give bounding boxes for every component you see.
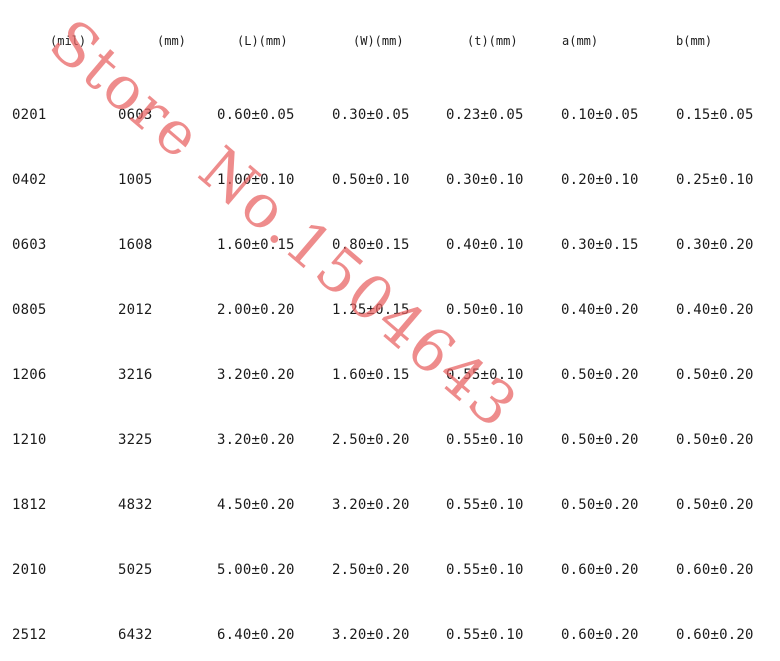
cell-thickness: 0.30±0.10	[446, 172, 524, 188]
cell-mm: 6432	[118, 627, 153, 643]
header-mil: (mil)	[50, 34, 87, 48]
cell-thickness: 0.55±0.10	[446, 367, 524, 383]
cell-mil: 0805	[12, 302, 47, 318]
cell-length: 4.50±0.20	[217, 497, 295, 513]
cell-mm: 4832	[118, 497, 153, 513]
cell-mil: 2010	[12, 562, 47, 578]
cell-thickness: 0.50±0.10	[446, 302, 524, 318]
cell-thickness: 0.40±0.10	[446, 237, 524, 253]
table-row: 1812 4832 4.50±0.20 3.20±0.20 0.55±0.10 …	[0, 490, 780, 520]
cell-a: 0.60±0.20	[561, 627, 639, 643]
cell-mil: 0402	[12, 172, 47, 188]
cell-a: 0.50±0.20	[561, 497, 639, 513]
cell-a: 0.50±0.20	[561, 367, 639, 383]
cell-length: 6.40±0.20	[217, 627, 295, 643]
table-row: 0402 1005 1.00±0.10 0.50±0.10 0.30±0.10 …	[0, 165, 780, 195]
cell-a: 0.10±0.05	[561, 107, 639, 123]
spec-table: (mil) (mm) (L)(mm) (W)(mm) (t)(mm) a(mm)…	[0, 0, 780, 661]
cell-width: 1.60±0.15	[332, 367, 410, 383]
header-thickness: (t)(mm)	[467, 34, 518, 48]
table-row: 2512 6432 6.40±0.20 3.20±0.20 0.55±0.10 …	[0, 620, 780, 650]
cell-mm: 0603	[118, 107, 153, 123]
cell-mm: 5025	[118, 562, 153, 578]
cell-length: 1.00±0.10	[217, 172, 295, 188]
cell-mm: 3216	[118, 367, 153, 383]
cell-a: 0.60±0.20	[561, 562, 639, 578]
cell-thickness: 0.55±0.10	[446, 497, 524, 513]
cell-mil: 0603	[12, 237, 47, 253]
header-a: a(mm)	[562, 34, 599, 48]
cell-thickness: 0.55±0.10	[446, 562, 524, 578]
cell-thickness: 0.55±0.10	[446, 627, 524, 643]
cell-a: 0.30±0.15	[561, 237, 639, 253]
cell-width: 1.25±0.15	[332, 302, 410, 318]
cell-length: 0.60±0.05	[217, 107, 295, 123]
cell-length: 3.20±0.20	[217, 367, 295, 383]
table-row: 0201 0603 0.60±0.05 0.30±0.05 0.23±0.05 …	[0, 100, 780, 130]
header-length: (L)(mm)	[237, 34, 288, 48]
cell-thickness: 0.23±0.05	[446, 107, 524, 123]
cell-mil: 0201	[12, 107, 47, 123]
cell-b: 0.15±0.05	[676, 107, 754, 123]
cell-mm: 1005	[118, 172, 153, 188]
cell-a: 0.50±0.20	[561, 432, 639, 448]
cell-a: 0.20±0.10	[561, 172, 639, 188]
cell-b: 0.60±0.20	[676, 562, 754, 578]
cell-b: 0.50±0.20	[676, 367, 754, 383]
header-mm: (mm)	[157, 34, 186, 48]
cell-b: 0.30±0.20	[676, 237, 754, 253]
cell-mm: 2012	[118, 302, 153, 318]
table-header-row: (mil) (mm) (L)(mm) (W)(mm) (t)(mm) a(mm)…	[0, 26, 780, 56]
cell-width: 2.50±0.20	[332, 432, 410, 448]
cell-mm: 3225	[118, 432, 153, 448]
table-row: 2010 5025 5.00±0.20 2.50±0.20 0.55±0.10 …	[0, 555, 780, 585]
cell-width: 2.50±0.20	[332, 562, 410, 578]
cell-b: 0.40±0.20	[676, 302, 754, 318]
cell-b: 0.25±0.10	[676, 172, 754, 188]
table-row: 0805 2012 2.00±0.20 1.25±0.15 0.50±0.10 …	[0, 295, 780, 325]
cell-mil: 1206	[12, 367, 47, 383]
cell-mil: 1812	[12, 497, 47, 513]
cell-b: 0.50±0.20	[676, 497, 754, 513]
cell-length: 1.60±0.15	[217, 237, 295, 253]
table-row: 1206 3216 3.20±0.20 1.60±0.15 0.55±0.10 …	[0, 360, 780, 390]
header-b: b(mm)	[676, 34, 713, 48]
cell-width: 0.30±0.05	[332, 107, 410, 123]
cell-b: 0.50±0.20	[676, 432, 754, 448]
cell-a: 0.40±0.20	[561, 302, 639, 318]
table-row: 0603 1608 1.60±0.15 0.80±0.15 0.40±0.10 …	[0, 230, 780, 260]
cell-width: 3.20±0.20	[332, 627, 410, 643]
cell-length: 2.00±0.20	[217, 302, 295, 318]
cell-width: 3.20±0.20	[332, 497, 410, 513]
cell-width: 0.80±0.15	[332, 237, 410, 253]
cell-length: 5.00±0.20	[217, 562, 295, 578]
cell-thickness: 0.55±0.10	[446, 432, 524, 448]
cell-mil: 1210	[12, 432, 47, 448]
cell-mil: 2512	[12, 627, 47, 643]
cell-width: 0.50±0.10	[332, 172, 410, 188]
cell-length: 3.20±0.20	[217, 432, 295, 448]
cell-b: 0.60±0.20	[676, 627, 754, 643]
header-width: (W)(mm)	[353, 34, 404, 48]
table-row: 1210 3225 3.20±0.20 2.50±0.20 0.55±0.10 …	[0, 425, 780, 455]
cell-mm: 1608	[118, 237, 153, 253]
